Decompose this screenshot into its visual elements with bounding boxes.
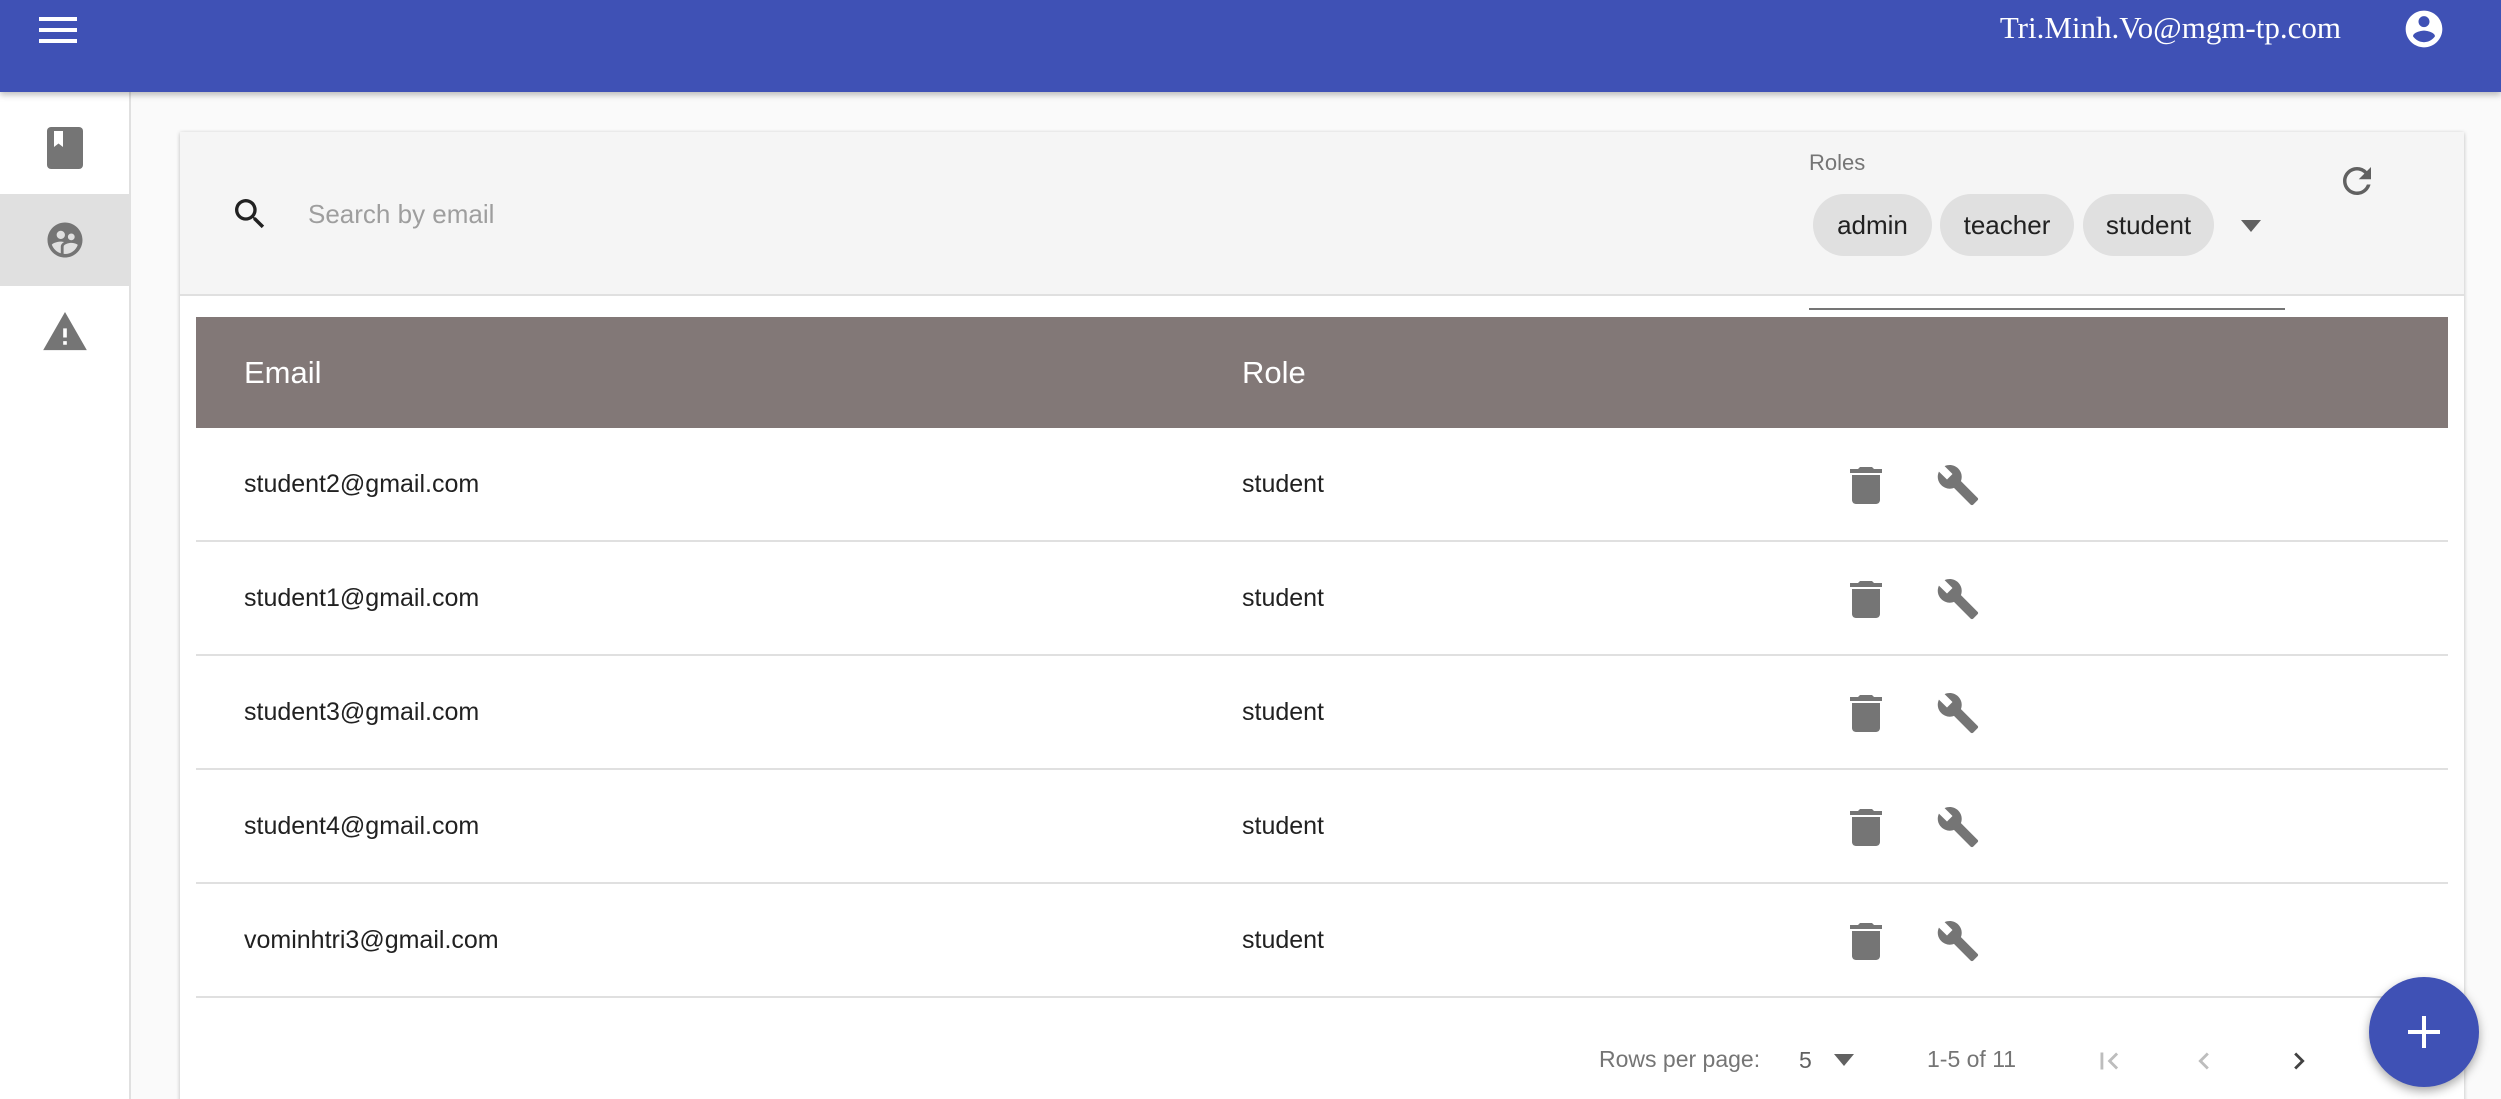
pagination: Rows per page: 5 1-5 of 11 (180, 1012, 2464, 1099)
chevron-left-icon (2198, 1052, 2209, 1070)
sidebar-item-courses[interactable] (0, 102, 129, 194)
wrench-icon (1937, 807, 1979, 848)
app-bar: Tri.Minh.Vo@mgm-tp.com (0, 0, 2501, 92)
wrench-icon (1937, 921, 1979, 962)
wrench-icon (1937, 579, 1979, 620)
trash-icon (1850, 809, 1882, 846)
search-input[interactable] (308, 192, 1508, 236)
roles-label: Roles (1809, 150, 1866, 175)
trash-icon (1850, 695, 1882, 732)
email-cell: student3@gmail.com (244, 698, 480, 726)
users-icon (47, 222, 82, 258)
menu-button[interactable] (30, 8, 86, 52)
email-cell: student2@gmail.com (244, 470, 480, 498)
users-panel: Roles admin teacher student Email Role s… (180, 132, 2464, 1099)
table-row: vominhtri3@gmail.com student (196, 884, 2448, 998)
role-cell: student (1242, 470, 1325, 498)
book-icon (46, 127, 83, 169)
next-page-button[interactable] (2274, 1036, 2324, 1086)
delete-button[interactable] (1841, 916, 1891, 966)
delete-button[interactable] (1841, 574, 1891, 624)
roles-dropdown-button[interactable] (2229, 208, 2273, 244)
sidebar-item-users[interactable] (0, 194, 129, 286)
email-cell: student4@gmail.com (244, 812, 480, 840)
role-cell: student (1242, 926, 1325, 954)
rows-per-page-value: 5 (1799, 1046, 1812, 1073)
table-row: student4@gmail.com student (196, 770, 2448, 884)
edit-button[interactable] (1933, 460, 1983, 510)
role-cell: student (1242, 698, 1325, 726)
trash-icon (1850, 581, 1882, 618)
previous-page-button[interactable] (2179, 1036, 2229, 1086)
caret-down-icon (2241, 220, 2261, 232)
sidebar (0, 92, 131, 1099)
rows-per-page-select[interactable]: 5 (1799, 1040, 1869, 1080)
wrench-icon (1937, 465, 1979, 506)
edit-button[interactable] (1933, 688, 1983, 738)
delete-button[interactable] (1841, 802, 1891, 852)
table-row: student1@gmail.com student (196, 542, 2448, 656)
role-chip-teacher[interactable]: teacher (1940, 194, 2074, 256)
sidebar-item-reports[interactable] (0, 286, 129, 378)
filter-toolbar: Roles admin teacher student (180, 132, 2464, 310)
refresh-button[interactable] (2330, 154, 2384, 208)
add-user-button[interactable] (2369, 977, 2479, 1087)
account-button[interactable] (2399, 4, 2449, 54)
table-row: student3@gmail.com student (196, 656, 2448, 770)
edit-button[interactable] (1933, 802, 1983, 852)
user-email: Tri.Minh.Vo@mgm-tp.com (1999, 10, 2341, 45)
caret-down-icon (1833, 1054, 1854, 1066)
edit-button[interactable] (1933, 916, 1983, 966)
edit-button[interactable] (1933, 574, 1983, 624)
warning-icon (42, 312, 87, 351)
chevron-right-icon (2294, 1052, 2305, 1070)
search-icon (235, 199, 265, 229)
users-table: Email Role student2@gmail.com student st… (196, 317, 2448, 998)
wrench-icon (1937, 693, 1979, 734)
page-range: 1-5 of 11 (1927, 1046, 2017, 1072)
plus-icon (2408, 1016, 2440, 1048)
roles-select[interactable]: admin teacher student (1809, 194, 2285, 310)
rows-per-page-label: Rows per page: (1599, 1046, 1761, 1072)
role-cell: student (1242, 812, 1325, 840)
role-chip-admin[interactable]: admin (1813, 194, 1932, 256)
refresh-icon (2343, 167, 2371, 195)
trash-icon (1850, 923, 1882, 960)
first-page-button[interactable] (2084, 1036, 2134, 1086)
role-chip-student[interactable]: student (2083, 194, 2214, 256)
delete-button[interactable] (1841, 460, 1891, 510)
role-cell: student (1242, 584, 1325, 612)
delete-button[interactable] (1841, 688, 1891, 738)
trash-icon (1850, 467, 1882, 504)
first-page-icon (2100, 1052, 2119, 1070)
table-header: Email Role (196, 317, 2448, 428)
account-circle-icon (2405, 10, 2443, 48)
email-cell: vominhtri3@gmail.com (244, 926, 499, 954)
column-header-role[interactable]: Role (1242, 355, 1306, 391)
table-row: student2@gmail.com student (196, 428, 2448, 542)
hamburger-menu-icon (39, 17, 77, 43)
column-header-email[interactable]: Email (244, 355, 322, 391)
email-cell: student1@gmail.com (244, 584, 480, 612)
